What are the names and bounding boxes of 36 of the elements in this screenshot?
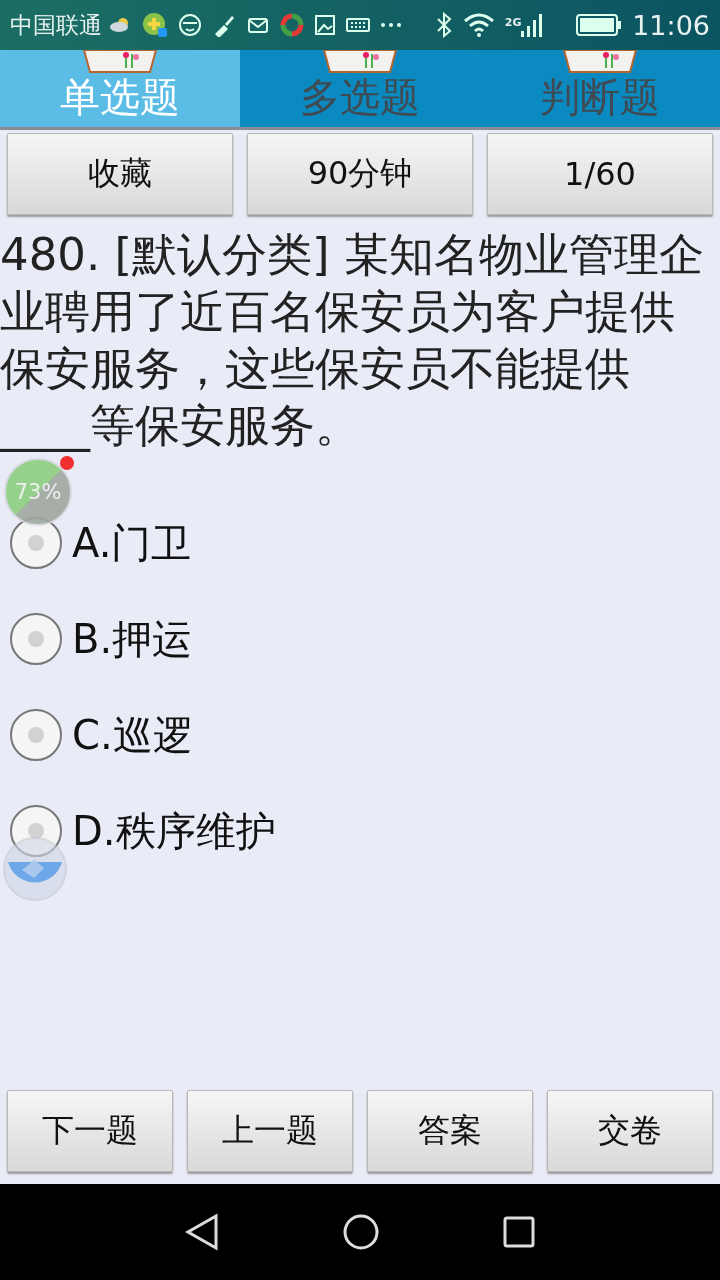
- toolbar-button[interactable]: 收藏: [7, 133, 233, 215]
- home-icon[interactable]: [342, 1213, 380, 1251]
- nav-button[interactable]: 上一题: [187, 1090, 353, 1172]
- keyboard-icon: [346, 16, 370, 34]
- face-icon: [178, 13, 202, 37]
- book-icon: [320, 50, 400, 76]
- book-icon: [560, 50, 640, 76]
- image-icon: [314, 14, 336, 36]
- nav-button[interactable]: 交卷: [547, 1090, 713, 1172]
- recents-icon[interactable]: [502, 1215, 536, 1249]
- notification-dot: [60, 456, 74, 470]
- wifi-icon: [462, 13, 495, 37]
- ring-icon: [280, 13, 304, 37]
- signal-icon: [521, 13, 544, 37]
- option-label[interactable]: C.巡逻: [72, 707, 193, 763]
- option-label[interactable]: A.门卫: [72, 515, 192, 571]
- option-label[interactable]: D.秩序维护: [72, 803, 276, 859]
- clock-time: 11:06: [632, 9, 710, 41]
- toolbar-button[interactable]: 90分钟: [247, 133, 473, 215]
- more-icon: [380, 22, 402, 28]
- option-label[interactable]: B.押运: [72, 611, 193, 667]
- radio-button[interactable]: [10, 709, 62, 761]
- radio-button[interactable]: [10, 613, 62, 665]
- bluetooth-icon: [434, 12, 453, 38]
- book-icon: [80, 50, 160, 76]
- carrier-name: 中国联通: [10, 10, 102, 40]
- nav-button[interactable]: 下一题: [7, 1090, 173, 1172]
- nav-button[interactable]: 答案: [367, 1090, 533, 1172]
- toolbar-button[interactable]: 1/60: [487, 133, 713, 215]
- radio-button[interactable]: [10, 805, 62, 857]
- question-text: 480. [默认分类] 某知名物业管理企业聘用了近百名保安员为客户提供保安服务，这些保安员不能提供____等保安服务。: [0, 227, 705, 454]
- network-type: 2G: [504, 15, 522, 29]
- plus-icon: [142, 12, 168, 38]
- back-icon[interactable]: [184, 1213, 220, 1251]
- floating-ball-icon[interactable]: [2, 836, 68, 902]
- battery-icon: [576, 13, 623, 37]
